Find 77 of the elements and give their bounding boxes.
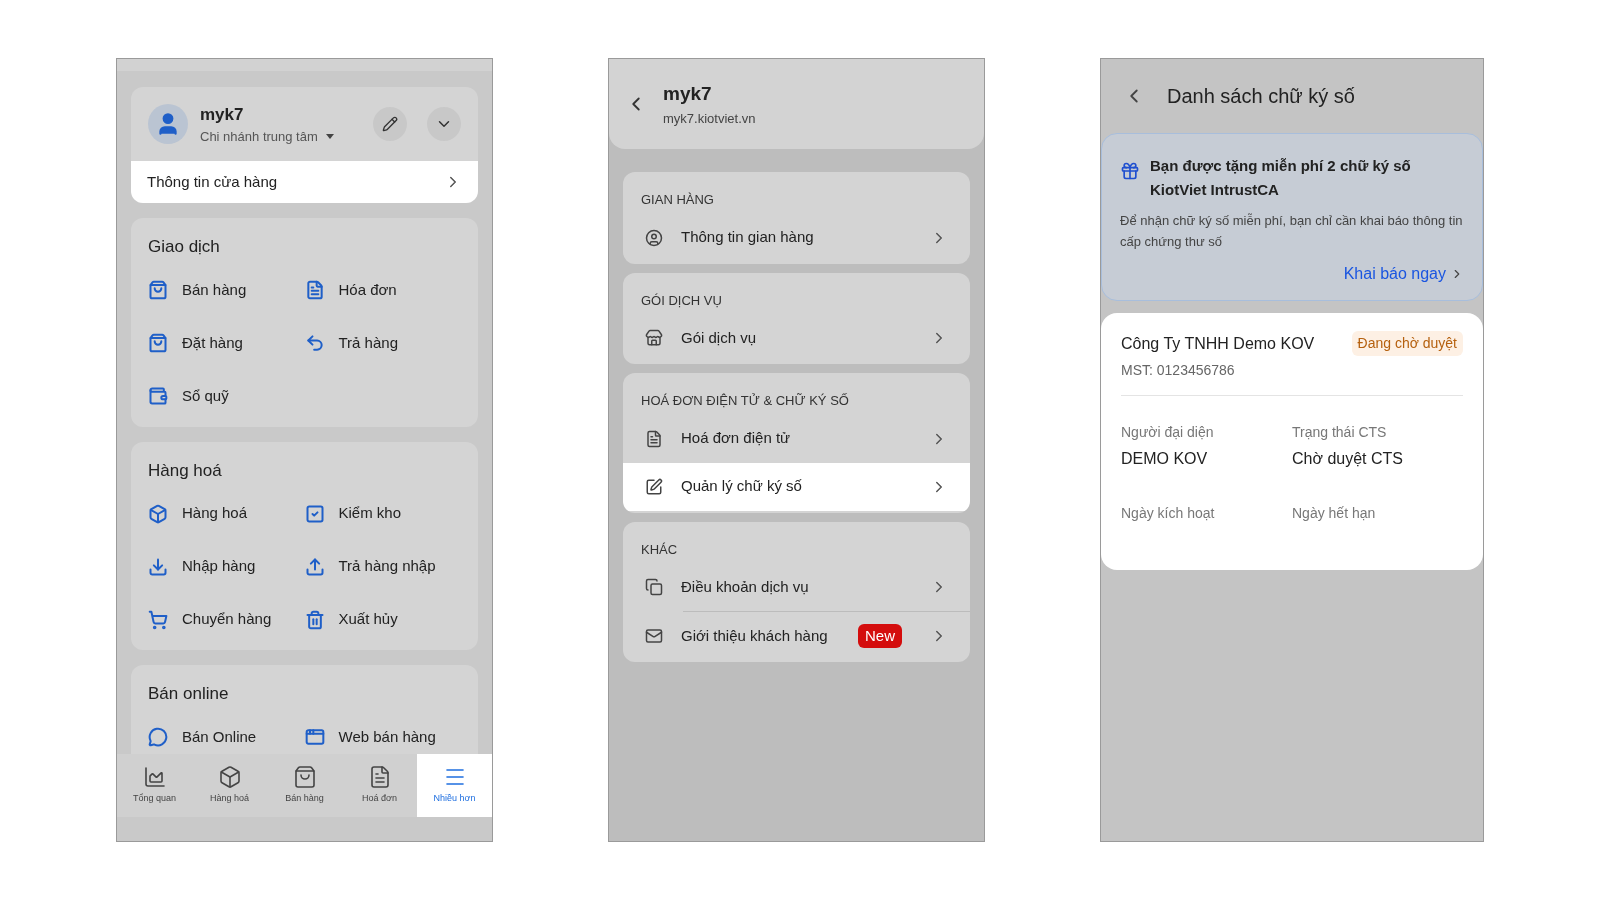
edit-button[interactable] (373, 107, 407, 141)
group-heading: GIAN HÀNG (640, 191, 715, 209)
caret-icon (325, 134, 334, 140)
tab-bar-item[interactable]: Hàng hoá (192, 754, 267, 817)
tab-bar-item[interactable]: Tổng quan (117, 754, 192, 817)
company-name: Công Ty TNHH Demo KOV (1121, 333, 1315, 354)
document-icon (304, 280, 325, 300)
checkbox-icon (304, 503, 325, 524)
group-heading: HOÁ ĐƠN ĐIỆN TỬ & CHỮ KÝ SỐ (640, 392, 850, 410)
chat-icon (148, 727, 168, 747)
settings-row[interactable]: Quản lý chữ ký số (623, 462, 970, 511)
store-name: myk7 (200, 103, 245, 126)
field-label: Trạng thái CTS (1292, 423, 1388, 442)
document-icon (645, 429, 663, 448)
mail-icon (645, 627, 663, 645)
documents-icon (645, 578, 663, 596)
menu-item[interactable]: Xuất hủy (304, 593, 461, 646)
settings-row[interactable]: Hoá đơn điện tử (623, 414, 970, 463)
branch-selector[interactable]: Chi nhánh trung tâm (200, 127, 361, 147)
box-icon (217, 765, 242, 790)
store-icon (645, 329, 663, 347)
field-value: DEMO KOV (1121, 449, 1209, 469)
cart-icon (148, 609, 168, 630)
menu-item[interactable]: Nhập hàng (148, 540, 305, 593)
group-heading: KHÁC (640, 540, 679, 559)
promo-title: Bạn được tặng miễn phí 2 chữ ký số KiotViet IntrustCA (1150, 156, 1412, 200)
bag-icon (148, 333, 168, 353)
menu-item[interactable]: Trả hàng (304, 316, 461, 370)
section-title: Giao dịch (148, 236, 221, 258)
settings-row[interactable]: Giới thiệu khách hàng New (623, 612, 970, 660)
bag-icon (148, 280, 168, 300)
download-icon (148, 556, 168, 577)
screen-title: Danh sách chữ ký số (1167, 84, 1355, 109)
settings-row[interactable]: Gói dịch vụ (623, 314, 970, 362)
avatar-icon (148, 104, 188, 144)
menu-item[interactable]: Web bán hàng (304, 710, 461, 754)
gift-icon (1120, 161, 1140, 181)
section-title: Bán online (148, 683, 230, 705)
new-badge: New (858, 623, 902, 649)
group-heading: GÓI DỊCH VỤ (640, 291, 723, 310)
upload-icon (304, 556, 325, 577)
store-url: myk7.kiotviet.vn (663, 109, 756, 128)
menu-item[interactable]: Chuyển hàng (148, 593, 305, 646)
status-badge: Đang chờ duyệt (1351, 331, 1463, 356)
menu-item[interactable]: Hàng hoá (148, 487, 305, 540)
menu-item[interactable]: Kiểm kho (304, 487, 461, 540)
tax-id: MST: 0123456786 (1121, 361, 1236, 380)
settings-row[interactable]: Thông tin gian hàng (623, 213, 970, 262)
user-icon (645, 228, 663, 247)
return-icon (304, 333, 325, 353)
edit-icon (645, 477, 663, 496)
chart-icon (142, 765, 167, 790)
promo-text: Để nhận chữ ký số miễn phí, bạn chỉ cần khai báo thông tin cấp chứng thư số (1120, 212, 1464, 251)
section-title: Hàng hoá (148, 459, 223, 482)
menu-item[interactable]: Hóa đơn (304, 263, 461, 317)
field-label: Ngày kích hoạt (1121, 504, 1216, 523)
settings-row[interactable]: Điều khoản dịch vụ (623, 563, 970, 611)
tab-bar-item[interactable]: Hoá đơn (342, 754, 417, 817)
bag-icon (292, 765, 317, 790)
trash-icon (304, 609, 325, 630)
menu-item[interactable]: Sổ quỹ (148, 369, 305, 423)
tab-bar-item[interactable]: Bán hàng (267, 754, 342, 817)
box-icon (148, 503, 168, 524)
field-label: Ngày hết hạn (1292, 504, 1377, 523)
wallet-icon (148, 386, 168, 406)
browser-icon (304, 727, 325, 747)
menu-item[interactable]: Bán hàng (148, 263, 305, 317)
menu-item[interactable]: Bán Online (148, 710, 305, 754)
store-name: myk7 (663, 82, 713, 106)
menu-item[interactable]: Trả hàng nhập (304, 540, 461, 593)
tab-bar-item[interactable]: Nhiều hơn (417, 754, 492, 817)
store-info-row[interactable]: Thông tin cửa hàng (131, 161, 478, 203)
field-value: Chờ duyệt CTS (1292, 449, 1404, 469)
field-label: Người đại diện (1121, 423, 1215, 442)
declare-link[interactable]: Khai báo ngay (1343, 262, 1464, 286)
pencil-icon (382, 116, 398, 132)
menu-item[interactable]: Đặt hàng (148, 316, 305, 370)
